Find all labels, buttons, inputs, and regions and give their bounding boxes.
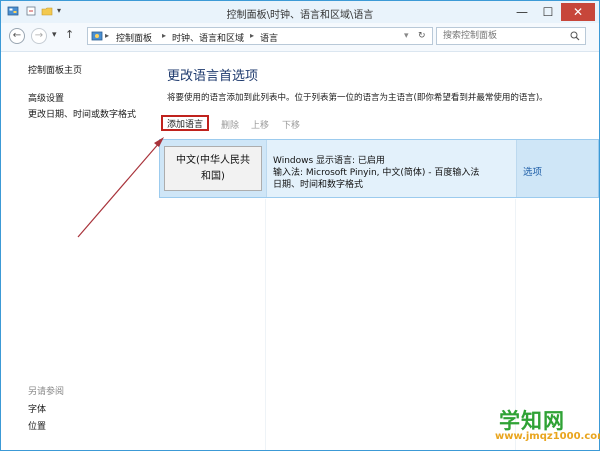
watermark-url: www.jmqz1000.com (495, 431, 600, 442)
language-toolbar: 添加语言 删除 上移 下移 (161, 115, 600, 135)
language-name-line: 中文(中华人民共 (176, 155, 250, 166)
language-details: Windows 显示语言: 已启用 输入法: Microsoft Pinyin,… (266, 140, 517, 197)
search-input[interactable] (443, 30, 565, 42)
close-button[interactable]: ✕ (561, 3, 595, 21)
language-name-button[interactable]: 中文(中华人民共 和国) (164, 146, 262, 191)
title-bar: ▾ 控制面板\时钟、语言和区域\语言 — ☐ ✕ (1, 1, 599, 23)
see-also-heading: 另请参阅 (28, 387, 65, 397)
column-divider (265, 199, 266, 450)
add-language-button[interactable]: 添加语言 (161, 115, 209, 131)
sidebar-item-change-date-time-format[interactable]: 更改日期、时间或数字格式 (28, 107, 136, 120)
address-box[interactable]: ▸ 控制面板 ▸ 时钟、语言和区域 ▸ 语言 ▾ ↻ (87, 27, 433, 45)
breadcrumb-separator-icon: ▸ (162, 31, 167, 40)
language-name-line: 和国) (201, 171, 225, 182)
move-up-button[interactable]: 上移 (251, 118, 269, 131)
control-panel-location-icon (91, 31, 103, 41)
remove-button[interactable]: 删除 (221, 118, 239, 131)
breadcrumb-item-control-panel[interactable]: 控制面板 (116, 31, 152, 44)
minimize-button[interactable]: — (509, 3, 535, 21)
options-cell: 选项 (516, 140, 599, 197)
refresh-icon[interactable]: ↻ (418, 31, 426, 41)
breadcrumb-separator-icon: ▸ (250, 31, 255, 40)
breadcrumb-separator-icon: ▸ (105, 31, 110, 40)
left-task-pane: 控制面板主页 高级设置 更改日期、时间或数字格式 另请参阅 字体 位置 (1, 51, 151, 450)
forward-button[interactable]: → (31, 28, 47, 44)
language-list: 中文(中华人民共 和国) Windows 显示语言: 已启用 输入法: Micr… (159, 139, 599, 450)
control-panel-window: ▾ 控制面板\时钟、语言和区域\语言 — ☐ ✕ ← → ▾ ↑ ▸ 控制面板 … (0, 0, 600, 451)
language-row[interactable]: 中文(中华人民共 和国) Windows 显示语言: 已启用 输入法: Micr… (159, 139, 599, 198)
search-box (436, 27, 586, 45)
see-also-item-location[interactable]: 位置 (28, 419, 46, 432)
page-title: 更改语言首选项 (167, 69, 259, 84)
address-dropdown-icon[interactable]: ▾ (404, 31, 409, 41)
recent-pages-dropdown-icon[interactable]: ▾ (52, 30, 57, 40)
options-link[interactable]: 选项 (523, 164, 542, 178)
maximize-button[interactable]: ☐ (535, 3, 561, 21)
caption-buttons: — ☐ ✕ (509, 3, 595, 21)
move-down-button[interactable]: 下移 (282, 118, 300, 131)
search-icon[interactable] (570, 31, 580, 41)
sidebar-item-advanced-settings[interactable]: 高级设置 (28, 91, 64, 104)
see-also-item-fonts[interactable]: 字体 (28, 402, 46, 415)
breadcrumb-item-clock-language-region[interactable]: 时钟、语言和区域 (172, 31, 244, 44)
breadcrumb-item-language[interactable]: 语言 (260, 31, 278, 44)
page-description: 将要使用的语言添加到此列表中。位于列表第一位的语言为主语言(即你希望看到并最常使… (167, 93, 548, 103)
up-button[interactable]: ↑ (65, 28, 74, 41)
sidebar-item-control-panel-home[interactable]: 控制面板主页 (28, 63, 82, 76)
date-time-format-info: 日期、时间和数字格式 (273, 180, 364, 190)
site-watermark: 学知网 www.jmqz1000.com (495, 405, 600, 449)
back-button[interactable]: ← (9, 28, 25, 44)
address-toolbar: ← → ▾ ↑ ▸ 控制面板 ▸ 时钟、语言和区域 ▸ 语言 ▾ ↻ (1, 23, 599, 52)
